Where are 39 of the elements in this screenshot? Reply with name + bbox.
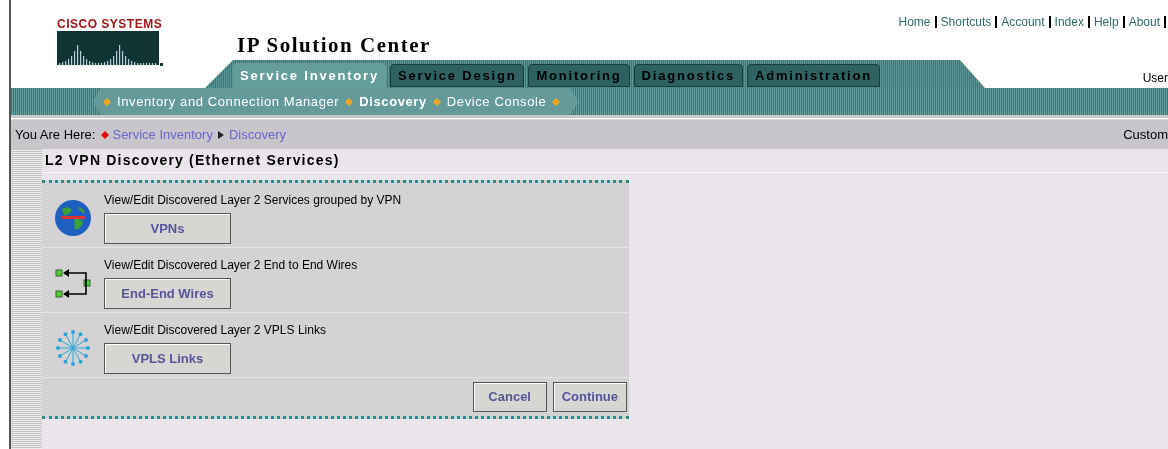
header-link[interactable]: Help [1089,12,1123,31]
option-button[interactable]: End-End Wires [104,278,231,309]
header-link[interactable]: About [1124,12,1164,31]
sub-nav-link[interactable]: Discovery [345,91,427,112]
option-description: View/Edit Discovered Layer 2 VPLS Links [104,322,326,339]
breadcrumb-link[interactable]: Discovery [228,124,286,145]
option-button[interactable]: VPLS Links [104,343,231,374]
bridge-logo-icon [57,31,163,67]
header-link[interactable]: Index [1050,12,1088,31]
customer-label: Custom [1123,125,1168,144]
nav-tab[interactable]: Service Inventory [233,63,386,88]
app-title: IP Solution Center [236,33,432,57]
header-link[interactable]: Shortcuts [936,12,996,31]
nav-tab[interactable]: Service Design [390,64,525,87]
nav-tab[interactable]: Monitoring [528,64,630,87]
diamond-icon [103,97,111,106]
user-label: User [1142,70,1168,87]
diamond-icon [552,97,561,106]
logo-wordmark: CISCO SYSTEMS [57,17,163,31]
option-description: View/Edit Discovered Layer 2 End to End Wires [104,257,358,274]
breadcrumb-link[interactable]: Service Inventory [112,124,213,145]
chevron-icon [217,130,224,139]
sub-nav-link[interactable]: Inventory and Connection Manager [103,91,340,112]
diamond-icon [101,130,110,139]
option-description: View/Edit Discovered Layer 2 Services grouped by VPN [104,192,402,209]
nav-tab[interactable]: Diagnostics [633,64,744,87]
breadcrumb-label: You Are Here: [15,125,96,144]
page-title: L2 VPN Discovery (Ethernet Services) [42,149,1168,173]
header-link[interactable]: Account [997,12,1049,31]
nav-tab[interactable]: Administration [747,64,880,87]
globe-icon [54,199,92,237]
option-button[interactable]: VPNs [104,213,231,244]
footer-button[interactable]: Cancel [472,382,547,412]
star-network-icon [55,329,91,367]
diamond-icon [345,97,354,106]
diamond-icon [432,97,441,106]
header-link[interactable]: Home [894,12,935,31]
sub-nav-link[interactable]: Device Console [432,91,547,112]
footer-button[interactable]: Continue [552,382,627,412]
